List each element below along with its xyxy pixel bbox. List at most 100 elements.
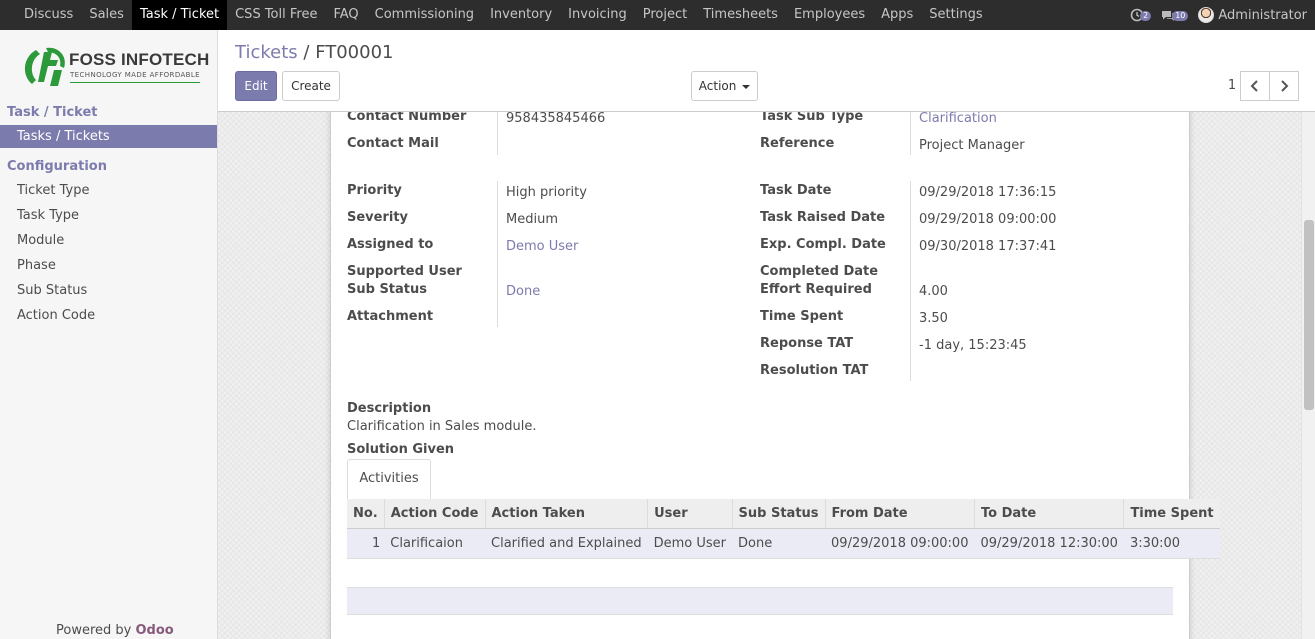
reference-value: Project Manager xyxy=(919,138,1025,153)
sidebar-section-task-ticket[interactable]: Task / Ticket xyxy=(7,105,98,120)
sidebar-item-sub-status[interactable]: Sub Status xyxy=(0,279,217,302)
menu-apps[interactable]: Apps xyxy=(873,0,921,30)
solution-given-label: Solution Given xyxy=(347,442,455,457)
menu-invoicing[interactable]: Invoicing xyxy=(560,0,635,30)
response-tat-value: -1 day, 15:23:45 xyxy=(919,338,1027,353)
sidebar-section-configuration[interactable]: Configuration xyxy=(7,159,107,174)
sidebar: FOSS INFOTECH TECHNOLOGY MADE AFFORDABLE… xyxy=(0,30,218,639)
column-header-no[interactable]: No. xyxy=(347,499,385,529)
menu-discuss[interactable]: Discuss xyxy=(16,0,81,30)
control-panel: Tickets / FT00001 Edit Create Action 1 /… xyxy=(218,30,1315,112)
time-spent-label: Time Spent xyxy=(760,309,844,324)
attachment-label: Attachment xyxy=(347,309,434,324)
sidebar-item-ticket-type[interactable]: Ticket Type xyxy=(0,179,217,202)
menu-employees[interactable]: Employees xyxy=(786,0,873,30)
severity-value: Medium xyxy=(506,212,558,227)
logo-mark-icon xyxy=(24,47,65,86)
menu-timesheets[interactable]: Timesheets xyxy=(695,0,786,30)
logo-rule xyxy=(70,82,200,83)
completed-date-label: Completed Date xyxy=(760,264,879,279)
breadcrumb-tickets-link[interactable]: Tickets xyxy=(235,42,298,63)
description-text: Clarification in Sales module. xyxy=(347,419,537,434)
powered-by-text: Powered by xyxy=(56,623,132,638)
pager-previous-button[interactable] xyxy=(1240,71,1270,101)
create-button[interactable]: Create xyxy=(282,71,340,101)
messages-button[interactable]: 10 xyxy=(1161,9,1189,22)
time-spent-value: 3.50 xyxy=(919,311,948,326)
column-header-time-spent[interactable]: Time Spent xyxy=(1123,499,1220,529)
page-scrollbar[interactable] xyxy=(1301,112,1315,639)
severity-label: Severity xyxy=(347,210,409,225)
sidebar-item-tasks-tickets[interactable]: Tasks / Tickets xyxy=(0,125,217,148)
effort-required-label: Effort Required xyxy=(760,282,872,297)
contact-mail-label: Contact Mail xyxy=(347,136,439,151)
column-header-user[interactable]: User xyxy=(647,499,733,529)
caret-down-icon xyxy=(742,84,751,89)
breadcrumb-separator: / xyxy=(303,42,310,63)
column-header-from-date[interactable]: From Date xyxy=(824,499,975,529)
column-header-action-code[interactable]: Action Code xyxy=(383,499,485,529)
cell-sub-status: Done xyxy=(732,528,826,559)
exp-compl-date-label: Exp. Compl. Date xyxy=(760,237,886,252)
menu-commissioning[interactable]: Commissioning xyxy=(367,0,482,30)
odoo-link[interactable]: Odoo xyxy=(136,623,174,638)
menu-css-toll-free[interactable]: CSS Toll Free xyxy=(227,0,325,30)
contact-number-value: 958435845466 xyxy=(506,112,606,126)
menu-project[interactable]: Project xyxy=(635,0,695,30)
cell-no: 1 xyxy=(347,528,385,559)
menu-task-ticket[interactable]: Task / Ticket xyxy=(131,0,228,30)
cell-action-code: Clarificaion xyxy=(384,528,485,559)
task-raised-date-value: 09/29/2018 09:00:00 xyxy=(919,212,1057,227)
table-footer-row xyxy=(347,587,1173,615)
pager-next-button[interactable] xyxy=(1269,71,1299,101)
menu-settings[interactable]: Settings xyxy=(921,0,990,30)
resolution-tat-label: Resolution TAT xyxy=(760,363,869,378)
activity-count-badge: 2 xyxy=(1140,11,1152,21)
priority-label: Priority xyxy=(347,183,402,198)
form-view: Contact Number 958435845466 Contact Mail… xyxy=(218,112,1301,639)
menu-faq[interactable]: FAQ xyxy=(325,0,366,30)
top-navbar: Discuss Sales Task / Ticket CSS Toll Fre… xyxy=(0,0,1315,30)
sidebar-item-action-code[interactable]: Action Code xyxy=(0,304,217,327)
column-header-to-date[interactable]: To Date xyxy=(973,499,1124,529)
task-sub-type-value[interactable]: Clarification xyxy=(919,112,997,126)
edit-button[interactable]: Edit xyxy=(235,71,277,101)
logo-tagline: TECHNOLOGY MADE AFFORDABLE xyxy=(70,71,200,79)
priority-value: High priority xyxy=(506,185,587,200)
menu-sales[interactable]: Sales xyxy=(81,0,132,30)
tab-activities[interactable]: Activities xyxy=(347,459,431,500)
task-raised-date-label: Task Raised Date xyxy=(760,210,886,225)
company-logo[interactable]: FOSS INFOTECH TECHNOLOGY MADE AFFORDABLE xyxy=(18,42,209,92)
avatar xyxy=(1198,7,1215,23)
description-label: Description xyxy=(347,401,432,416)
reference-label: Reference xyxy=(760,136,835,151)
sub-status-value[interactable]: Done xyxy=(506,284,540,299)
form-sheet: Contact Number 958435845466 Contact Mail… xyxy=(330,112,1220,639)
cell-user: Demo User xyxy=(647,528,733,559)
sub-status-label: Sub Status xyxy=(347,282,428,297)
message-count-badge: 10 xyxy=(1172,11,1189,21)
response-tat-label: Reponse TAT xyxy=(760,336,854,351)
cell-to-date: 09/29/2018 12:30:00 xyxy=(974,528,1124,559)
action-label: Action xyxy=(698,79,737,93)
activities-table: No. Action Code Action Taken User Sub St… xyxy=(347,499,1220,559)
scrollbar-thumb[interactable] xyxy=(1304,220,1314,410)
chevron-right-icon xyxy=(1281,80,1289,92)
table-row[interactable]: 1 Clarificaion Clarified and Explained D… xyxy=(347,528,1220,559)
user-menu[interactable]: Administrator xyxy=(1198,7,1307,23)
exp-compl-date-value: 09/30/2018 17:37:41 xyxy=(919,239,1057,254)
assigned-to-value[interactable]: Demo User xyxy=(506,239,578,254)
left-group-divider xyxy=(497,181,498,327)
menu-inventory[interactable]: Inventory xyxy=(482,0,560,30)
cell-time-spent: 3:30:00 xyxy=(1123,528,1220,559)
app-menu: Discuss Sales Task / Ticket CSS Toll Fre… xyxy=(0,0,991,30)
sidebar-item-task-type[interactable]: Task Type xyxy=(0,204,217,227)
sidebar-item-phase[interactable]: Phase xyxy=(0,254,217,277)
top-right-divider xyxy=(910,112,911,155)
column-header-sub-status[interactable]: Sub Status xyxy=(731,499,826,529)
activities-button[interactable]: 2 xyxy=(1130,8,1152,22)
sidebar-item-module[interactable]: Module xyxy=(0,229,217,252)
column-header-action-taken[interactable]: Action Taken xyxy=(484,499,648,529)
action-dropdown[interactable]: Action xyxy=(691,71,758,101)
powered-by: Powered by Odoo xyxy=(56,623,174,638)
